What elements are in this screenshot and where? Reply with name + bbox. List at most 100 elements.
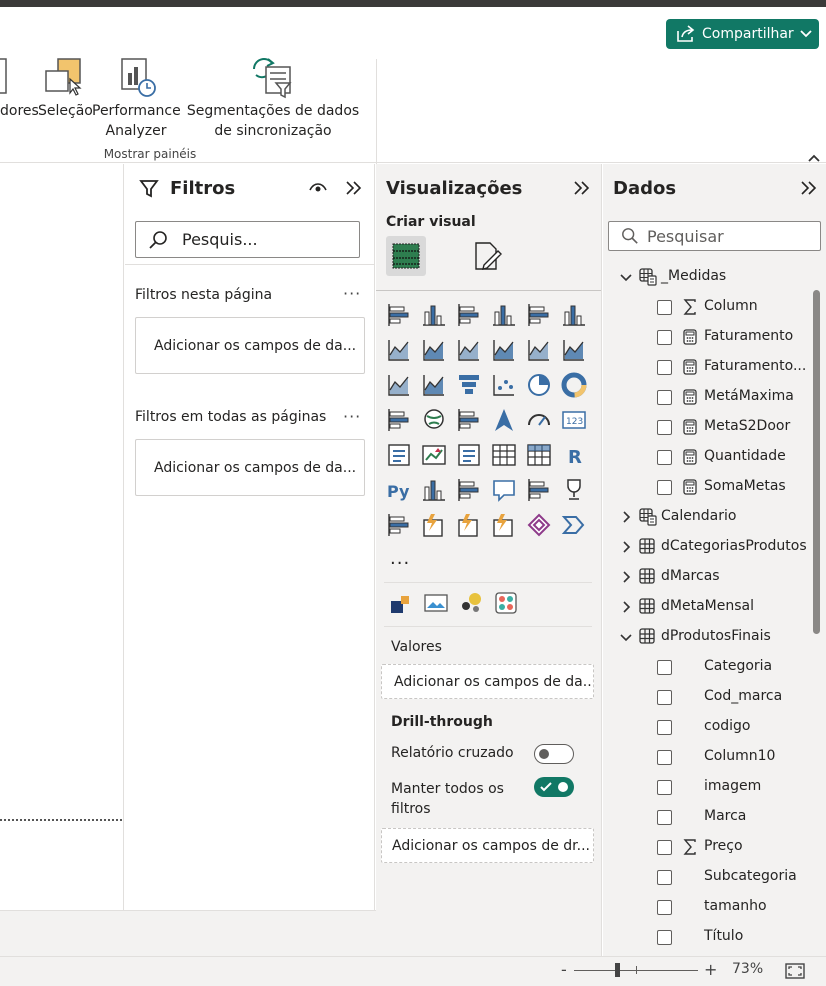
field-row[interactable]: tamanho xyxy=(603,892,813,922)
kpi-icon[interactable] xyxy=(421,442,447,468)
field-row[interactable]: Column10 xyxy=(603,742,813,772)
field-row[interactable]: imagem xyxy=(603,772,813,802)
field-checkbox[interactable] xyxy=(657,870,672,885)
line-clustered-column-icon[interactable] xyxy=(526,337,552,363)
matrix-icon[interactable] xyxy=(526,442,552,468)
power-apps-icon[interactable] xyxy=(421,512,447,538)
goals-icon[interactable] xyxy=(561,477,587,503)
field-row[interactable]: Cod_marca xyxy=(603,682,813,712)
zoom-out-button[interactable]: - xyxy=(561,960,567,979)
filled-map-icon[interactable] xyxy=(456,407,482,433)
field-row[interactable]: SomaMetas xyxy=(603,472,813,502)
field-checkbox[interactable] xyxy=(657,810,672,825)
scatter-icon[interactable] xyxy=(491,372,517,398)
field-row[interactable]: Quantidade xyxy=(603,442,813,472)
field-checkbox[interactable] xyxy=(657,450,672,465)
collapse-ribbon-icon[interactable] xyxy=(807,151,821,165)
donut-icon[interactable] xyxy=(561,372,587,398)
share-button[interactable]: Compartilhar xyxy=(666,19,819,49)
data-pane-scrollbar[interactable] xyxy=(813,290,820,634)
waterfall-icon[interactable] xyxy=(421,372,447,398)
100-stacked-area-icon[interactable] xyxy=(491,337,517,363)
line-stacked-column-icon[interactable] xyxy=(561,337,587,363)
stacked-bar-icon[interactable] xyxy=(386,302,412,328)
chevron-right-icon[interactable] xyxy=(620,541,632,553)
azure-map-icon[interactable] xyxy=(491,407,517,433)
more-options-icon[interactable]: ··· xyxy=(343,407,361,426)
clustered-bar-icon[interactable] xyxy=(456,302,482,328)
multi-row-card-icon[interactable] xyxy=(386,442,412,468)
line-chart-icon[interactable] xyxy=(386,337,412,363)
field-checkbox[interactable] xyxy=(657,360,672,375)
chevron-down-icon[interactable] xyxy=(620,271,632,283)
field-checkbox[interactable] xyxy=(657,900,672,915)
chevron-right-icon[interactable] xyxy=(620,601,632,613)
python-icon[interactable]: Py xyxy=(386,477,412,503)
field-row[interactable]: Título xyxy=(603,922,813,952)
table-row[interactable]: _Medidas xyxy=(603,262,813,292)
ribbon-button-partial[interactable]: dores xyxy=(0,101,39,121)
shape-map-icon[interactable] xyxy=(526,512,552,538)
narrative-icon[interactable] xyxy=(526,477,552,503)
collapse-filters-icon[interactable] xyxy=(345,180,363,196)
field-checkbox[interactable] xyxy=(657,930,672,945)
r-script-icon[interactable]: R xyxy=(561,442,587,468)
cross-report-toggle[interactable] xyxy=(534,744,574,764)
build-visual-tab[interactable] xyxy=(386,236,426,276)
field-checkbox[interactable] xyxy=(657,690,672,705)
values-well[interactable]: Adicionar os campos de da... xyxy=(381,664,594,699)
field-checkbox[interactable] xyxy=(657,660,672,675)
key-influencers-icon[interactable] xyxy=(421,477,447,503)
field-row[interactable]: Preço xyxy=(603,832,813,862)
chevron-right-icon[interactable] xyxy=(620,511,632,523)
stacked-column-icon[interactable] xyxy=(421,302,447,328)
stacked-area-icon[interactable] xyxy=(456,337,482,363)
filters-page-well[interactable]: Adicionar os campos de da... xyxy=(135,317,365,374)
pie-icon[interactable] xyxy=(526,372,552,398)
data-search-input[interactable]: Pesquisar xyxy=(608,221,821,251)
field-row[interactable]: Faturamento xyxy=(603,322,813,352)
slicer-icon[interactable] xyxy=(456,442,482,468)
card-icon[interactable]: 123 xyxy=(561,407,587,433)
more-options-icon[interactable]: ··· xyxy=(343,284,361,303)
drill-through-well[interactable]: Adicionar os campos de dr... xyxy=(381,828,594,863)
report-canvas[interactable] xyxy=(0,164,124,910)
field-row[interactable]: MetáMaxima xyxy=(603,382,813,412)
chevron-right-icon[interactable] xyxy=(620,571,632,583)
field-row[interactable]: MetaS2Door xyxy=(603,412,813,442)
field-checkbox[interactable] xyxy=(657,330,672,345)
table-icon[interactable] xyxy=(491,442,517,468)
field-checkbox[interactable] xyxy=(657,780,672,795)
zoom-slider-thumb[interactable] xyxy=(615,963,620,977)
table-row[interactable]: dCategoriasProdutos xyxy=(603,532,813,562)
field-checkbox[interactable] xyxy=(657,480,672,495)
collapse-data-icon[interactable] xyxy=(800,180,818,196)
field-row[interactable]: Subcategoria xyxy=(603,862,813,892)
decomposition-tree-icon[interactable] xyxy=(456,477,482,503)
field-checkbox[interactable] xyxy=(657,420,672,435)
zoom-in-button[interactable]: + xyxy=(704,960,717,979)
funnel-icon[interactable] xyxy=(456,372,482,398)
arcgis-icon[interactable] xyxy=(491,512,517,538)
field-checkbox[interactable] xyxy=(657,840,672,855)
field-row[interactable]: codigo xyxy=(603,712,813,742)
100-stacked-bar-icon[interactable] xyxy=(526,302,552,328)
field-row[interactable]: Column xyxy=(603,292,813,322)
filters-search-input[interactable]: Pesquis... xyxy=(135,221,360,258)
power-bi-app-icon[interactable] xyxy=(561,512,587,538)
keep-filters-toggle[interactable] xyxy=(534,777,574,797)
area-chart-icon[interactable] xyxy=(421,337,447,363)
map-icon[interactable] xyxy=(421,407,447,433)
more-visuals[interactable]: ... xyxy=(390,548,410,569)
qa-icon[interactable] xyxy=(491,477,517,503)
field-row[interactable]: Faturamento... xyxy=(603,352,813,382)
treemap-icon[interactable] xyxy=(386,407,412,433)
eye-icon[interactable] xyxy=(308,180,328,194)
table-row[interactable]: dProdutosFinais xyxy=(603,622,813,652)
field-row[interactable]: Categoria xyxy=(603,652,813,682)
field-row[interactable]: Marca xyxy=(603,802,813,832)
collapse-visualizations-icon[interactable] xyxy=(573,180,591,196)
field-checkbox[interactable] xyxy=(657,720,672,735)
field-checkbox[interactable] xyxy=(657,390,672,405)
palette-visual-icon[interactable] xyxy=(493,590,519,616)
